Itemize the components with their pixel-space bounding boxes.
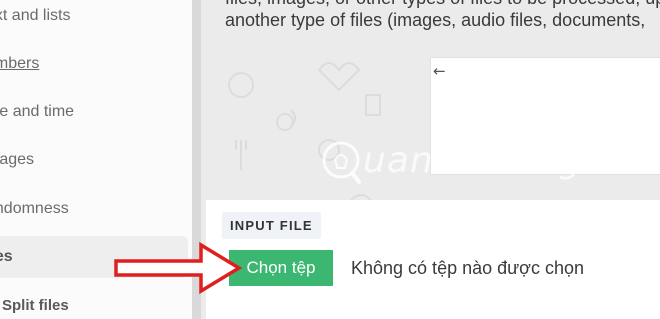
sidebar-item-text-and-lists[interactable]: ext and lists <box>0 0 188 32</box>
file-status-text: Không có tệp nào được chọn <box>351 258 585 278</box>
sidebar-item-label: mages <box>0 151 35 168</box>
sidebar-item-numbers[interactable]: umbers <box>0 48 188 80</box>
watermark-text: uantrimang <box>363 140 583 181</box>
sidebar-item-images[interactable]: mages <box>0 144 188 176</box>
input-file-panel: INPUT FILE Chọn tệp Không có tệp nào đượ… <box>206 200 660 319</box>
red-arrow-icon <box>114 241 243 295</box>
description-text-prev: files, images, or other types of files t… <box>225 0 660 9</box>
description-text: another type of files (images, audio fil… <box>225 10 646 30</box>
input-file-label: INPUT FILE <box>222 212 321 239</box>
main-content: files, images, or other types of files t… <box>201 0 660 319</box>
sidebar-item-date-and-time[interactable]: ate and time <box>0 96 188 128</box>
sidebar-item-label: ext and lists <box>0 7 71 24</box>
arrow-left-icon[interactable]: ← <box>433 62 446 80</box>
sidebar-item-label: ate and time <box>0 103 75 120</box>
watermark: uantrimang <box>319 136 581 186</box>
sidebar-item-label: iles <box>0 248 13 265</box>
sidebar-item-label: umbers <box>0 55 40 72</box>
sidebar-item-randomness[interactable]: andomness <box>0 193 188 225</box>
sidebar-item-label: andomness <box>0 200 69 217</box>
sidebar-item-label: Split files <box>2 297 69 314</box>
bulb-icon <box>322 141 361 184</box>
